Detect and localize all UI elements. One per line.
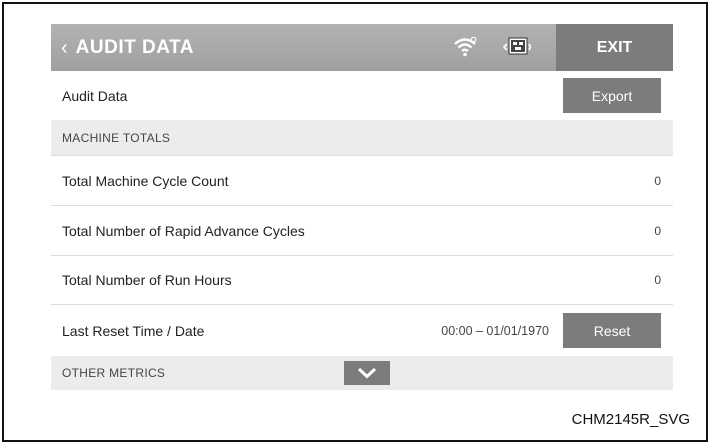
chevron-left-icon[interactable]: ‹: [61, 38, 68, 58]
figure-caption: CHM2145R_SVG: [571, 411, 690, 428]
audit-data-row: Audit Data Export: [51, 71, 673, 120]
audit-data-label: Audit Data: [62, 87, 128, 104]
row-value: 0: [654, 173, 661, 188]
exit-button[interactable]: EXIT: [556, 24, 673, 71]
page-title: AUDIT DATA: [75, 36, 194, 58]
other-metrics-label: OTHER METRICS: [62, 366, 166, 380]
row-label: Total Machine Cycle Count: [62, 172, 229, 189]
screen: ‹ AUDIT DATA EXIT Audit Data Export MACH…: [51, 24, 673, 390]
row-label: Total Number of Run Hours: [62, 272, 232, 288]
export-button[interactable]: Export: [563, 78, 661, 113]
total-rapid-advance-cycles-row: Total Number of Rapid Advance Cycles 0: [51, 206, 673, 255]
total-run-hours-row: Total Number of Run Hours 0: [51, 256, 673, 304]
usb-icon: [503, 37, 531, 55]
row-value: 0: [654, 273, 661, 287]
last-reset-value: 00:00 – 01/01/1970: [441, 323, 549, 338]
figure-frame: ‹ AUDIT DATA EXIT Audit Data Export MACH…: [2, 2, 708, 442]
row-label: Total Number of Rapid Advance Cycles: [62, 222, 305, 239]
total-machine-cycle-count-row: Total Machine Cycle Count 0: [51, 156, 673, 205]
row-value: 0: [654, 223, 661, 238]
chevron-down-icon: [357, 367, 377, 379]
header-bar: ‹ AUDIT DATA EXIT: [51, 24, 673, 71]
machine-totals-heading: MACHINE TOTALS: [51, 120, 673, 155]
last-reset-label: Last Reset Time / Date: [62, 322, 205, 339]
last-reset-row: Last Reset Time / Date 00:00 – 01/01/197…: [51, 305, 673, 356]
other-metrics-heading[interactable]: OTHER METRICS: [51, 356, 673, 390]
expand-button[interactable]: [344, 361, 390, 385]
reset-button[interactable]: Reset: [563, 313, 661, 348]
wifi-icon: [454, 36, 477, 57]
